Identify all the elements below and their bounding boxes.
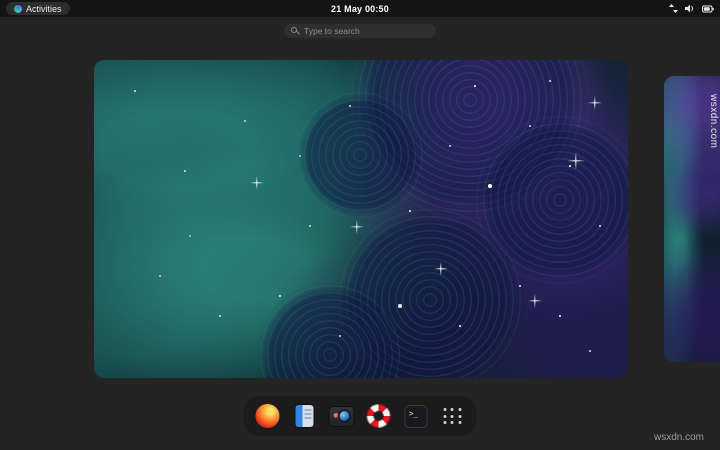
activities-label: Activities — [26, 3, 62, 14]
files-icon — [295, 405, 314, 427]
workspace-thumbnail-1[interactable] — [94, 60, 628, 378]
stars-layer — [94, 60, 96, 62]
help-app-button[interactable] — [366, 403, 392, 429]
terminal-icon: >_ — [404, 404, 427, 428]
activities-button[interactable]: Activities — [6, 2, 70, 15]
firefox-icon — [255, 404, 280, 428]
camera-icon — [329, 406, 354, 426]
terminal-app-button[interactable]: >_ — [403, 403, 429, 429]
firefox-app-button[interactable] — [255, 403, 281, 429]
search-bar — [284, 24, 436, 38]
watermark-vertical: wsxdn.com — [708, 94, 719, 149]
distro-logo-icon — [14, 4, 22, 13]
watermark-bottom: wsxdn.com — [653, 432, 704, 443]
clock-button[interactable]: 21 May 00:50 — [331, 0, 389, 17]
app-grid-icon — [443, 406, 463, 426]
star-sparkle — [528, 294, 542, 308]
volume-icon — [685, 4, 695, 13]
show-apps-button[interactable] — [440, 403, 466, 429]
gnome-activities-overview: Activities 21 May 00:50 Type to search >… — [0, 0, 720, 450]
star-sparkle — [567, 152, 585, 170]
terminal-prompt-glyph: >_ — [409, 408, 419, 418]
search-input[interactable] — [284, 24, 436, 38]
camera-light — [333, 412, 339, 418]
camera-app-button[interactable] — [329, 403, 355, 429]
star-sparkle — [434, 262, 448, 276]
dash-dock: >_ — [243, 396, 477, 436]
nebula-rings — [295, 90, 425, 220]
clock-label: 21 May 00:50 — [331, 3, 389, 14]
star-sparkle — [250, 176, 264, 190]
help-icon — [366, 404, 391, 428]
search-icon — [291, 27, 297, 33]
system-status-area[interactable] — [669, 4, 714, 13]
network-icon — [669, 4, 678, 13]
star-sparkle — [350, 220, 364, 234]
camera-lens — [339, 411, 350, 421]
files-app-button[interactable] — [292, 403, 318, 429]
star-sparkle — [588, 96, 602, 110]
top-bar: Activities 21 May 00:50 — [0, 0, 720, 17]
battery-icon — [702, 5, 714, 13]
